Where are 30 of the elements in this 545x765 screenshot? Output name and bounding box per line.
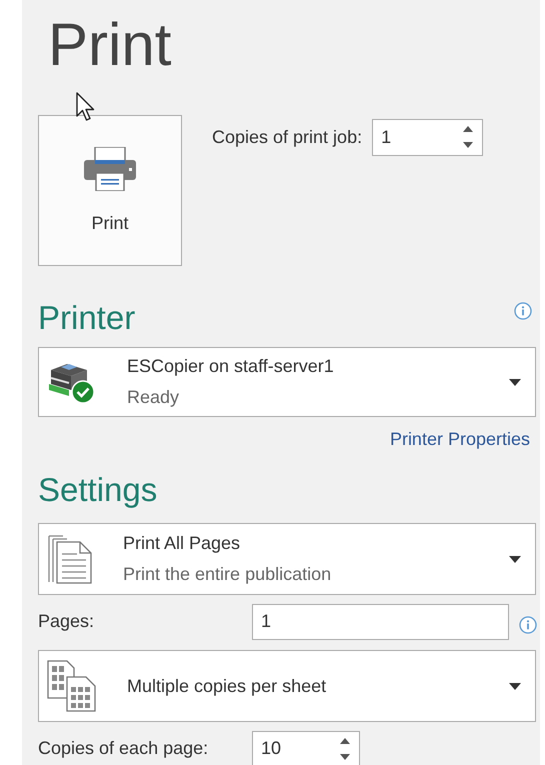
pages-field[interactable]: 1 [252, 604, 509, 640]
settings-dropdown[interactable]: Print All Pages Print the entire publication [38, 523, 536, 595]
printer-icon [84, 147, 136, 191]
multiple-pages-icon [47, 660, 97, 712]
option-description: Print the entire publication [123, 564, 332, 585]
caret-icon [509, 556, 521, 562]
settings-dropdown[interactable]: Multiple copies per sheet [38, 650, 536, 722]
page-title: Print [48, 10, 172, 80]
copies-per-page-spinner[interactable]: 10 [252, 730, 360, 765]
spinner-arrows-icon[interactable] [339, 736, 351, 762]
pages-label: Pages: [38, 611, 96, 632]
info-icon[interactable] [514, 302, 532, 320]
section-heading: Printer [38, 298, 136, 338]
printer-status: Ready [127, 387, 180, 408]
printer-dropdown[interactable]: ESCopier on staff-server1 Ready [38, 347, 536, 417]
cursor-icon [76, 92, 96, 122]
caret-icon [509, 378, 521, 386]
spinner-arrows-icon[interactable] [462, 124, 474, 150]
copies-per-page-label: Copies of each page: [38, 738, 210, 759]
option-title: Multiple copies per sheet [127, 676, 328, 696]
print-button[interactable]: Print [38, 115, 182, 266]
copies-label: Copies of print job: [212, 126, 362, 148]
printer-properties-link[interactable]: Printer Properties [390, 429, 530, 450]
copies-spinner[interactable]: 1 [372, 118, 484, 156]
info-icon[interactable] [519, 616, 537, 634]
pages-icon [47, 534, 93, 584]
printer-name: ESCopier on staff-server1 [127, 356, 335, 377]
section-heading: Settings [38, 470, 158, 510]
caret-icon [509, 682, 521, 690]
option-title: Print All Pages [123, 533, 242, 554]
